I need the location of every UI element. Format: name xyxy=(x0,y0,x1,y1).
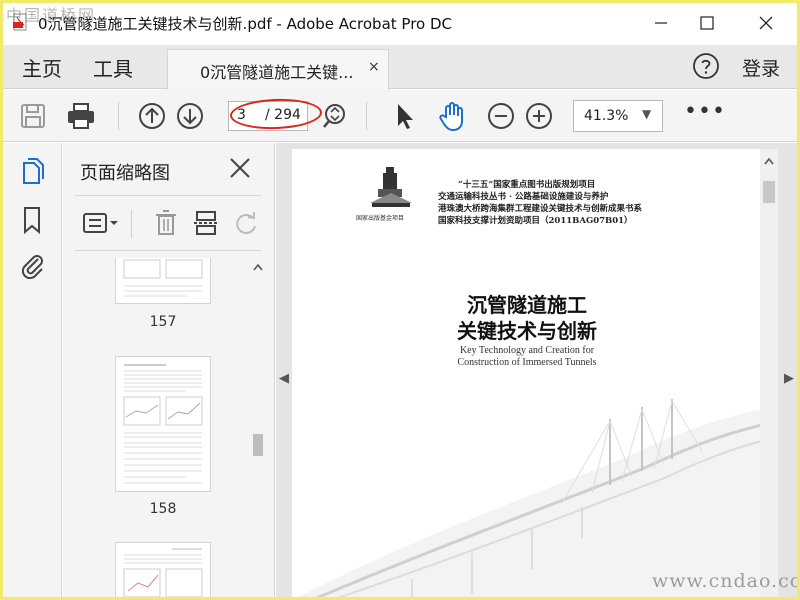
minimize-button[interactable] xyxy=(646,8,676,38)
close-icon xyxy=(759,16,773,30)
series-line: 交通运输科技丛书 · 公路基础设施建设与养护 xyxy=(438,192,609,202)
delete-icon[interactable] xyxy=(151,208,181,238)
page-thumbnail[interactable] xyxy=(115,356,211,492)
panel-title: 页面缩略图 xyxy=(80,163,170,184)
menu-home[interactable]: 主页 xyxy=(22,53,62,82)
window-title: 0沉管隧道施工关键技术与创新.pdf - Adobe Acrobat Pro D… xyxy=(38,15,453,33)
next-page-icon[interactable] xyxy=(173,99,207,133)
rotate-icon[interactable] xyxy=(231,208,261,238)
page-thumbnails-icon[interactable] xyxy=(18,157,46,187)
toolbar-separator xyxy=(118,102,119,130)
document-tab[interactable]: 0沉管隧道施工关键... × xyxy=(167,49,389,90)
thumbnails-panel: 页面缩略图 157 158 xyxy=(63,143,275,600)
thumbnail-label: 157 xyxy=(149,314,177,330)
thumbnail-content xyxy=(123,548,203,598)
zoom-out-icon[interactable] xyxy=(484,99,518,133)
toolbar-separator xyxy=(366,102,367,130)
attachment-icon[interactable] xyxy=(18,249,46,279)
english-title-line1: Key Technology and Creation for xyxy=(459,345,595,356)
hand-icon[interactable] xyxy=(436,99,470,133)
print-icon[interactable] xyxy=(64,99,98,133)
bridge-illustration xyxy=(292,399,762,600)
national-publication-fund-logo xyxy=(370,167,412,207)
more-tools-button[interactable]: ••• xyxy=(684,99,726,124)
zoom-value: 41.3% xyxy=(584,108,629,124)
chevron-down-icon: ▼ xyxy=(642,107,652,121)
close-panel-icon[interactable] xyxy=(227,155,253,181)
collapse-right-panel-icon[interactable]: ▶ xyxy=(784,371,794,386)
scroll-up-icon[interactable] xyxy=(760,149,778,173)
panel-scrollbar[interactable] xyxy=(250,260,266,600)
page-search-icon[interactable] xyxy=(318,99,352,133)
maximize-icon xyxy=(700,16,714,30)
series-line: 港珠澳大桥跨海集群工程建设关键技术与创新成果书系 xyxy=(438,204,643,214)
book-title-line2: 关键技术与创新 xyxy=(457,319,597,343)
document-tab-label: 0沉管隧道施工关键... xyxy=(200,63,354,82)
save-icon[interactable] xyxy=(16,99,50,133)
series-header: “十三五”国家重点图书出版规划项目 交通运输科技丛书 · 公路基础设施建设与养护… xyxy=(438,179,642,227)
minimize-icon xyxy=(655,22,667,24)
panel-toolbar xyxy=(75,195,261,251)
login-link[interactable]: 登录 xyxy=(742,54,780,81)
title-bar: 0沉管隧道施工关键技术与创新.pdf - Adobe Acrobat Pro D… xyxy=(0,0,800,45)
extract-pages-icon[interactable] xyxy=(191,208,221,238)
document-viewer[interactable]: ◀ 国家出版基金项目 “十三五”国家重点图书出版规划项目 交通运输科技丛书 · … xyxy=(276,143,800,600)
thumbnail-options-icon[interactable] xyxy=(81,208,121,238)
series-line: “十三五”国家重点图书出版规划项目 xyxy=(458,180,596,190)
page-thumbnail[interactable] xyxy=(115,258,211,304)
zoom-select[interactable]: 41.3% ▼ xyxy=(573,100,663,132)
close-window-button[interactable] xyxy=(751,8,781,38)
select-arrow-icon[interactable] xyxy=(388,99,422,133)
watermark-bottom: www.cndao.com xyxy=(652,570,800,592)
page-thumbnail[interactable] xyxy=(115,542,211,600)
zoom-in-icon[interactable] xyxy=(522,99,556,133)
help-icon[interactable] xyxy=(692,52,720,80)
menu-tools[interactable]: 工具 xyxy=(93,53,133,82)
document-scrollbar[interactable] xyxy=(760,149,778,600)
panel-scrollbar-graphic xyxy=(253,263,263,456)
book-title-line1: 沉管隧道施工 xyxy=(467,293,587,317)
panel-toolbar-separator xyxy=(131,210,132,238)
collapse-left-panel-icon[interactable]: ◀ xyxy=(279,371,289,386)
left-nav-rail xyxy=(0,143,62,600)
prev-page-icon[interactable] xyxy=(135,99,169,133)
series-line: 国家科技支撑计划资助项目（2011BAG07B01） xyxy=(438,216,633,226)
scrollbar-thumb[interactable] xyxy=(763,181,775,203)
document-page: 国家出版基金项目 “十三五”国家重点图书出版规划项目 交通运输科技丛书 · 公路… xyxy=(292,149,762,600)
bookmark-icon[interactable] xyxy=(18,205,46,235)
toolbar: 3 / 294 41.3% ▼ ••• xyxy=(0,90,800,142)
maximize-button[interactable] xyxy=(692,8,722,38)
publisher-label: 国家出版基金项目 xyxy=(356,215,405,222)
thumbnail-content xyxy=(123,259,203,297)
thumbnail-label: 158 xyxy=(149,501,177,517)
english-title-line2: Construction of Immersed Tunnels xyxy=(457,357,597,368)
menu-bar: 主页 工具 0沉管隧道施工关键... × 登录 xyxy=(0,45,800,90)
watermark-top: 中国道桥网 xyxy=(6,6,97,25)
document-tab-close-button[interactable]: × xyxy=(368,59,380,75)
thumbnail-content xyxy=(123,364,203,484)
